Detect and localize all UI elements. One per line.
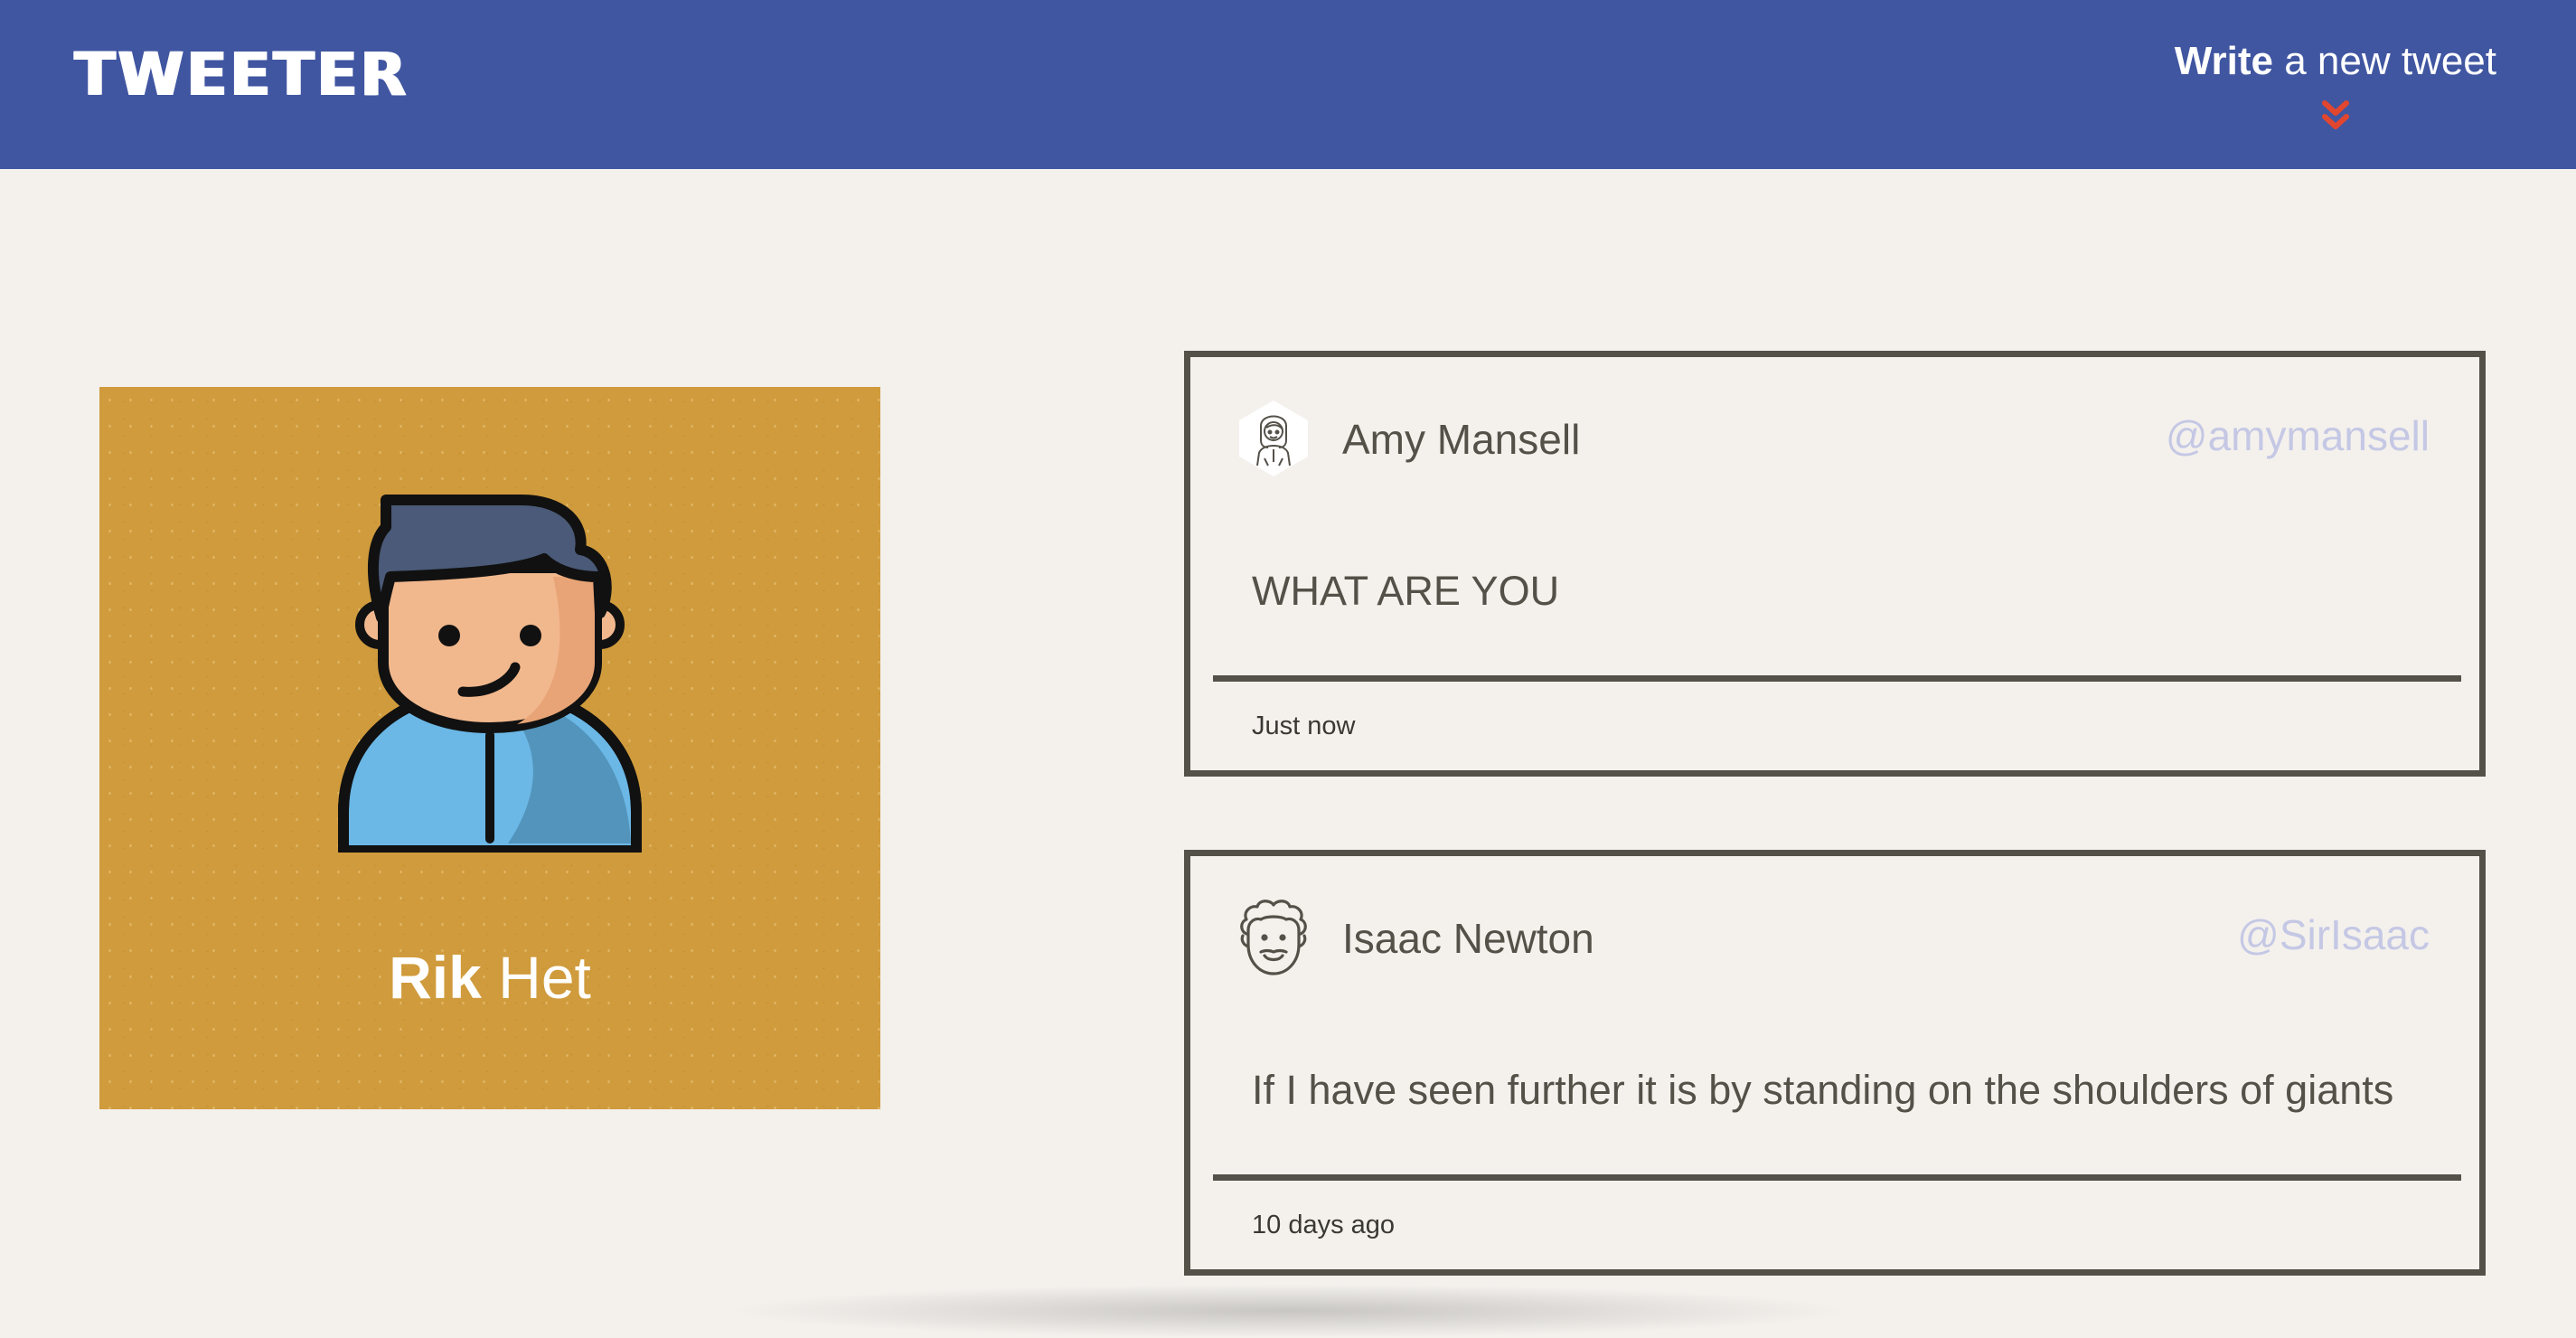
tweet-timestamp: 10 days ago (1252, 1211, 1396, 1239)
tweet-author-name: Amy Mansell (1342, 416, 1581, 463)
app-logo[interactable]: TWEETER (74, 45, 409, 105)
tweet-card: Amy Mansell @amymansell WHAT ARE YOU Jus… (1184, 351, 2486, 777)
tweet-timestamp: Just now (1252, 711, 1356, 740)
profile-name: Rik Het (99, 947, 880, 1007)
write-tweet-toggle[interactable]: Write a new tweet (2175, 42, 2496, 134)
bottom-shadow (723, 1284, 1853, 1338)
tweet-author-handle[interactable]: @amymansell (2166, 415, 2430, 457)
tweet-divider (1213, 1174, 2461, 1181)
tweet-author-handle[interactable]: @SirIsaac (2237, 914, 2430, 956)
top-navbar: TWEETER Write a new tweet (0, 0, 2576, 169)
double-chevron-down-icon[interactable] (2317, 98, 2354, 134)
compose-label-bold: Write (2174, 39, 2273, 83)
profile-last-name: Het (498, 944, 591, 1011)
tweet-author-name: Isaac Newton (1342, 915, 1594, 962)
woman-avatar-icon (1239, 400, 1308, 476)
tweet-text: If I have seen further it is by standing… (1252, 1067, 2394, 1113)
profile-first-name: Rik (389, 944, 482, 1011)
man-curly-hair-avatar-icon (1240, 900, 1307, 975)
tweet-card: Isaac Newton @SirIsaac If I have seen fu… (1184, 850, 2486, 1276)
compose-label-rest: a new tweet (2272, 39, 2496, 83)
profile-card: Rik Het (99, 387, 880, 1109)
tweet-text: WHAT ARE YOU (1252, 568, 1560, 614)
tweet-divider (1213, 675, 2461, 682)
user-avatar-icon (338, 495, 642, 853)
